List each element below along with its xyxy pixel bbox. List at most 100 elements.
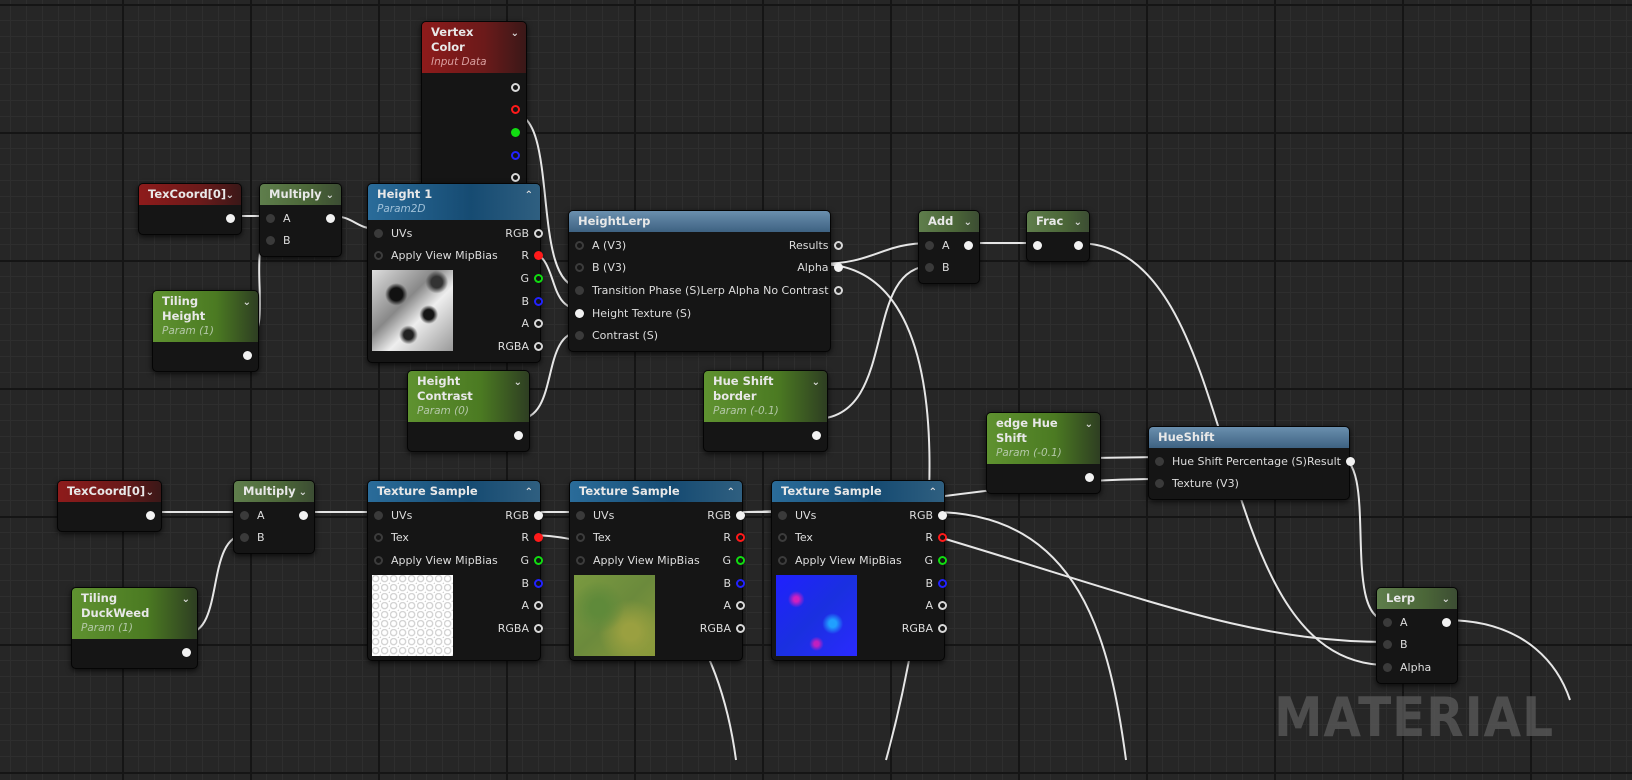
output-pin[interactable]	[833, 285, 843, 295]
output-pin-row[interactable]	[807, 424, 827, 447]
node-header[interactable]: Frac ⌄	[1027, 211, 1089, 232]
node-header[interactable]: edge Hue Shift Param (-0.1) ⌄	[987, 413, 1100, 464]
node-frac[interactable]: Frac ⌄	[1026, 210, 1090, 262]
output-pin-row[interactable]: G	[498, 267, 549, 290]
expand-chevron-icon[interactable]: ⌄	[243, 295, 251, 310]
output-pin-row[interactable]: RGB	[498, 222, 549, 245]
output-pin-row[interactable]: Lerp Alpha No Contrast	[701, 279, 849, 302]
output-pin-row[interactable]: RGB	[902, 504, 953, 527]
input-pin[interactable]	[266, 236, 275, 246]
output-pin-row[interactable]: A	[498, 312, 549, 335]
output-pin[interactable]	[534, 510, 544, 520]
input-pin-row[interactable]: UVs	[368, 222, 498, 245]
output-pin[interactable]	[812, 430, 821, 440]
input-pin-row[interactable]: Hue Shift Percentage (S)	[1149, 450, 1307, 473]
node-edge-hue-shift[interactable]: edge Hue Shift Param (-0.1) ⌄	[986, 412, 1101, 494]
input-pin-row[interactable]: B	[919, 257, 950, 280]
input-pin-row[interactable]: B	[234, 527, 265, 550]
input-pin-row[interactable]: Alpha	[1377, 656, 1431, 679]
expand-chevron-icon[interactable]: ⌄	[146, 485, 154, 500]
output-pin-row[interactable]	[959, 234, 979, 257]
input-pin[interactable]	[374, 251, 383, 261]
output-pin[interactable]	[736, 555, 746, 565]
node-texture-sample-1[interactable]: Texture Sample ⌃ UVs Tex Apply View MipBias R…	[367, 480, 544, 661]
input-pin[interactable]	[575, 308, 584, 318]
output-pin-row[interactable]: R	[902, 527, 953, 550]
input-pin[interactable]	[925, 263, 934, 273]
expand-chevron-icon[interactable]: ⌄	[1442, 592, 1450, 607]
input-pin-row[interactable]: Apply View MipBias	[772, 549, 902, 572]
expand-chevron-icon[interactable]: ⌄	[226, 188, 234, 203]
node-texcoord-top[interactable]: TexCoord[0] ⌄	[138, 183, 242, 235]
output-pin-row[interactable]	[506, 144, 526, 167]
input-pin[interactable]	[374, 228, 383, 238]
node-height-contrast[interactable]: Height Contrast Param (0) ⌄	[407, 370, 530, 452]
output-pin[interactable]	[736, 578, 746, 588]
output-pin-row[interactable]	[1069, 234, 1089, 257]
output-pin-row[interactable]: B	[498, 290, 549, 313]
output-pin[interactable]	[326, 213, 335, 223]
input-pin[interactable]	[778, 555, 787, 565]
output-pin-row[interactable]: RGB	[700, 504, 751, 527]
input-pin[interactable]	[1383, 617, 1392, 627]
input-pin-row[interactable]: Tex	[772, 527, 902, 550]
input-pin-row[interactable]: Apply View MipBias	[368, 549, 498, 572]
output-pin-row[interactable]	[509, 424, 529, 447]
output-pin[interactable]	[511, 105, 520, 115]
output-pin[interactable]	[736, 601, 746, 611]
node-header[interactable]: Lerp ⌄	[1377, 588, 1457, 609]
input-pin-row[interactable]: Tex	[368, 527, 498, 550]
collapse-chevron-icon[interactable]: ⌃	[929, 485, 937, 500]
node-header[interactable]: Height 1 Param2D ⌃	[368, 184, 540, 220]
expand-chevron-icon[interactable]: ⌄	[964, 215, 972, 230]
node-header[interactable]: Add ⌄	[919, 211, 979, 232]
output-pin[interactable]	[534, 341, 544, 351]
input-pin-row[interactable]: B	[260, 230, 291, 253]
output-pin-row[interactable]: Result	[1307, 450, 1361, 473]
expand-chevron-icon[interactable]: ⌄	[812, 375, 820, 390]
output-pin[interactable]	[938, 623, 948, 633]
output-pin[interactable]	[736, 533, 746, 543]
expand-chevron-icon[interactable]: ⌄	[514, 375, 522, 390]
input-pin[interactable]	[1383, 640, 1392, 650]
node-header[interactable]: Multiply ⌄	[260, 184, 341, 205]
node-header[interactable]: Multiply ⌄	[234, 481, 314, 502]
node-tiling-duckweed[interactable]: Tiling DuckWeed Param (1) ⌄	[71, 587, 198, 669]
output-pin-row[interactable]	[141, 504, 161, 527]
input-pin[interactable]	[374, 510, 383, 520]
node-lerp[interactable]: Lerp ⌄ A B Alpha	[1376, 587, 1458, 684]
input-pin-row[interactable]: UVs	[772, 504, 902, 527]
output-pin[interactable]	[182, 647, 191, 657]
node-texture-sample-2[interactable]: Texture Sample ⌃ UVs Tex Apply View MipBias R…	[569, 480, 746, 661]
collapse-chevron-icon[interactable]: ⌃	[727, 485, 735, 500]
output-pin[interactable]	[938, 601, 948, 611]
output-pin[interactable]	[736, 510, 746, 520]
output-pin[interactable]	[534, 228, 544, 238]
output-pin-row[interactable]	[506, 76, 526, 99]
output-pin-row[interactable]: A	[902, 594, 953, 617]
output-pin[interactable]	[1085, 472, 1094, 482]
input-pin-row[interactable]: A	[1377, 611, 1431, 634]
output-pin-row[interactable]: Results	[701, 234, 849, 257]
node-header[interactable]: Texture Sample ⌃	[570, 481, 742, 502]
input-pin[interactable]	[925, 240, 934, 250]
input-pin[interactable]	[576, 555, 585, 565]
output-pin-row[interactable]: G	[700, 549, 751, 572]
output-pin[interactable]	[534, 296, 544, 306]
input-pin[interactable]	[575, 285, 584, 295]
input-pin[interactable]	[1383, 662, 1392, 672]
output-pin[interactable]	[243, 350, 252, 360]
expand-chevron-icon[interactable]: ⌄	[299, 485, 307, 500]
node-header[interactable]: Hue Shift border Param (-0.1) ⌄	[704, 371, 827, 422]
input-pin[interactable]	[575, 263, 584, 273]
node-header[interactable]: Texture Sample ⌃	[368, 481, 540, 502]
output-pin[interactable]	[534, 578, 544, 588]
input-pin[interactable]	[266, 213, 275, 223]
output-pin-row[interactable]: B	[902, 572, 953, 595]
input-pin[interactable]	[1155, 456, 1164, 466]
output-pin-row[interactable]: RGBA	[498, 335, 549, 358]
input-pin-row[interactable]: Apply View MipBias	[368, 245, 498, 268]
output-pin-row[interactable]: G	[902, 549, 953, 572]
output-pin-row[interactable]	[506, 121, 526, 144]
node-texture-sample-3[interactable]: Texture Sample ⌃ UVs Tex Apply View MipBias R…	[771, 480, 948, 661]
